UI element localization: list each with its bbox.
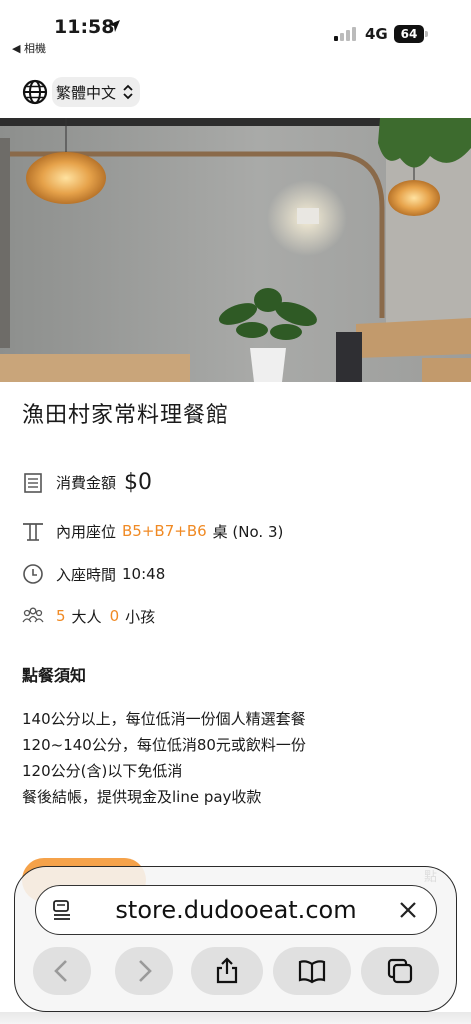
address-bar[interactable]: store.dudooeat.com [35, 885, 437, 935]
seat-label: 內用座位 [56, 522, 117, 541]
back-to-app-link[interactable]: ◀ 相機 [12, 40, 46, 56]
notice-list: 140公分以上，每位低消一份個人精選套餐 120~140公分，每位低消80元或飲… [22, 706, 306, 810]
people-icon [22, 607, 44, 623]
share-button[interactable] [191, 947, 263, 995]
browser-toolbar: store.dudooeat.com [14, 866, 457, 1012]
battery-level: 64 [394, 25, 424, 43]
language-label: 繁體中文 [56, 83, 117, 102]
children-label: 小孩 [125, 607, 156, 626]
adults-count: 5 [56, 607, 66, 625]
amount-label: 消費金額 [56, 474, 117, 492]
language-dropdown[interactable]: 繁體中文 [52, 77, 141, 107]
restaurant-hero-image [0, 118, 471, 382]
url-text[interactable]: store.dudooeat.com [74, 896, 398, 924]
amount-row: 消費金額 $0 [22, 470, 152, 495]
seat-time-row: 入座時間 10:48 [22, 563, 165, 585]
updown-chevron-icon [123, 84, 133, 100]
bookmarks-icon [298, 960, 326, 984]
globe-icon [22, 79, 48, 105]
reader-icon[interactable] [52, 899, 74, 921]
bottom-fade [0, 1012, 471, 1024]
battery-icon: 64 [394, 25, 428, 43]
back-icon [54, 960, 67, 982]
forward-button[interactable] [115, 947, 173, 995]
forward-icon [139, 960, 152, 982]
tabs-icon [387, 958, 413, 984]
adults-label: 大人 [71, 607, 102, 626]
table-icon [23, 523, 43, 541]
amount-value: $0 [124, 470, 153, 495]
seat-time-label: 入座時間 [56, 565, 117, 584]
notice-line: 140公分以上，每位低消一份個人精選套餐 [22, 710, 306, 728]
receipt-icon [24, 472, 42, 493]
notice-line: 120~140公分，每位低消80元或飲料一份 [22, 736, 306, 754]
share-icon [216, 957, 238, 984]
party-size-row: 5 大人 0 小孩 [22, 605, 155, 627]
restaurant-name: 漁田村家常料理餐館 [22, 403, 230, 428]
seat-time-value: 10:48 [122, 565, 166, 583]
notice-line: 120公分(含)以下免低消 [22, 762, 183, 780]
close-icon[interactable] [398, 900, 418, 920]
seat-suffix: 桌 (No. 3) [212, 522, 284, 541]
seat-tables: B5+B7+B6 [122, 522, 207, 540]
notice-line: 餐後結帳，提供現金及line pay收款 [22, 788, 262, 806]
signal-icon [334, 27, 356, 41]
back-button[interactable] [33, 947, 91, 995]
battery-tip [425, 31, 428, 37]
status-bar: 11:58 ◀ 相機 4G 64 [0, 0, 471, 60]
tabs-button[interactable] [361, 947, 439, 995]
notice-title: 點餐須知 [22, 666, 87, 685]
children-count: 0 [109, 607, 120, 625]
location-arrow-icon [108, 20, 120, 32]
seat-row: 內用座位 B5+B7+B6 桌 (No. 3) [22, 520, 283, 542]
clock-icon [23, 564, 43, 584]
language-selector[interactable]: 繁體中文 [22, 76, 141, 108]
network-type: 4G [365, 25, 388, 43]
bookmarks-button[interactable] [273, 947, 351, 995]
